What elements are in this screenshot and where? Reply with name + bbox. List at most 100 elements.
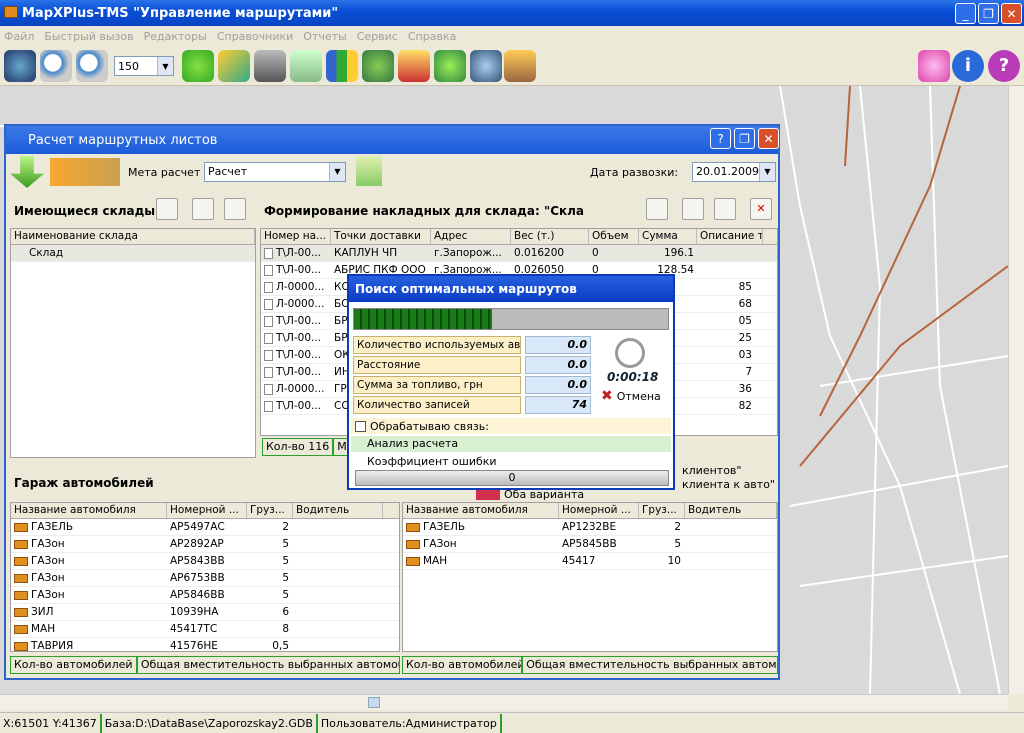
column-header[interactable]: Водитель <box>293 503 383 518</box>
column-header[interactable]: Номерной ... <box>559 503 639 518</box>
document-icon <box>264 298 273 310</box>
document-icon <box>264 400 273 412</box>
column-header[interactable]: Точки доставки <box>331 229 431 244</box>
route-window-help-button[interactable]: ? <box>710 128 731 149</box>
chevron-down-icon[interactable]: ▼ <box>329 163 345 181</box>
menu-reports[interactable]: Отчеты <box>303 30 346 43</box>
users-icon[interactable] <box>362 50 394 82</box>
column-header[interactable]: Адрес <box>431 229 511 244</box>
menu-quick-call[interactable]: Быстрый вызов <box>44 30 133 43</box>
column-header[interactable]: Наименование склада <box>11 229 255 244</box>
analysis-status: Анализ расчета <box>351 436 671 452</box>
calculator-icon[interactable] <box>290 50 322 82</box>
minimize-button[interactable]: _ <box>955 3 976 24</box>
column-header[interactable]: Груз... <box>247 503 293 518</box>
edit-map-icon[interactable] <box>218 50 250 82</box>
garage-title: Гараж автомобилей <box>14 476 154 490</box>
network-globe-icon[interactable] <box>470 50 502 82</box>
edit-warehouse-icon[interactable] <box>192 198 214 220</box>
table-row[interactable]: МАН 45417ТС 8 <box>11 621 399 638</box>
column-header[interactable]: Водитель <box>685 503 777 518</box>
tools-icon[interactable] <box>398 50 430 82</box>
globe-icon[interactable] <box>4 50 36 82</box>
document-icon <box>264 264 273 276</box>
table-row[interactable]: ГАЗон АР5843ВВ 5 <box>11 553 399 570</box>
selected-count: Кол-во автомобилей 3 <box>402 656 523 674</box>
chevron-down-icon[interactable]: ▼ <box>759 163 775 181</box>
link-processing-checkbox[interactable] <box>355 420 366 432</box>
table-row[interactable]: ЗИЛ 10939НА 6 <box>11 604 399 621</box>
add-warehouse-icon[interactable] <box>156 198 178 220</box>
column-header[interactable]: Описание т. <box>697 229 763 244</box>
table-row[interactable]: ГАЗон АР5845ВВ 5 <box>403 536 777 553</box>
table-row[interactable]: МАН 45417 10 <box>403 553 777 570</box>
menu-service[interactable]: Сервис <box>357 30 398 43</box>
download-arrow-icon[interactable] <box>10 156 44 188</box>
column-header[interactable]: Название автомобиля <box>403 503 559 518</box>
menu-file[interactable]: Файл <box>4 30 34 43</box>
progress-fill <box>354 309 493 329</box>
column-header[interactable]: Номерной ... <box>167 503 247 518</box>
route-window-close-button[interactable]: ✕ <box>758 128 779 149</box>
zoom-in-icon[interactable] <box>40 50 72 82</box>
truck-icon <box>14 522 28 532</box>
table-row[interactable]: ГАЗон АР5846ВВ 5 <box>11 587 399 604</box>
date-value: 20.01.2009 <box>696 165 759 178</box>
table-row[interactable]: Т\Л-00... КАПЛУН ЧП г.Запорож... 0.016200 0 1… <box>261 245 777 262</box>
truck-icon <box>406 539 420 549</box>
trucks-icon[interactable] <box>50 158 120 186</box>
menu-editors[interactable]: Редакторы <box>144 30 207 43</box>
truck-icon[interactable] <box>504 50 536 82</box>
document-icon <box>264 383 273 395</box>
calculator-icon[interactable] <box>356 156 382 186</box>
garage-grid: Название автомобиля Номерной ... Груз...… <box>10 502 400 652</box>
remove-invoice-icon[interactable] <box>714 198 736 220</box>
chevron-down-icon[interactable]: ▼ <box>157 57 173 75</box>
table-row[interactable]: Склад <box>11 245 255 262</box>
menu-help[interactable]: Справка <box>408 30 456 43</box>
maximize-button[interactable]: ❐ <box>978 3 999 24</box>
route-window-maximize-button[interactable]: ❐ <box>734 128 755 149</box>
truck-icon <box>14 573 28 583</box>
method-select[interactable]: Расчет ▼ <box>204 162 346 182</box>
map-vertical-scrollbar[interactable] <box>1008 86 1024 694</box>
table-row[interactable]: ТАВРИЯ 41576НЕ 0,5 <box>11 638 399 651</box>
chart-icon[interactable] <box>326 50 358 82</box>
column-header[interactable]: Сумма <box>639 229 697 244</box>
cancel-label: Отмена <box>616 389 661 403</box>
refresh-icon[interactable] <box>182 50 214 82</box>
garage-count: Кол-во автомобилей 10 <box>10 656 137 674</box>
menu-references[interactable]: Справочники <box>217 30 293 43</box>
status-database: База:D:\DataBase\Zaporozskay2.GDB <box>102 713 318 733</box>
column-header[interactable]: Объем <box>589 229 639 244</box>
fuel-cost-label: Сумма за топливо, грн <box>353 376 521 394</box>
flower-icon[interactable] <box>918 50 950 82</box>
add-invoice-icon[interactable] <box>646 198 668 220</box>
close-button[interactable]: ✕ <box>1001 3 1022 24</box>
column-header[interactable]: Номер на... <box>261 229 331 244</box>
delete-icon[interactable]: ✕ <box>750 198 772 220</box>
zoom-select[interactable]: 150 ▼ <box>114 56 174 76</box>
column-header[interactable]: Вес (т.) <box>511 229 589 244</box>
table-row[interactable]: ГАЗон АР6753ВВ 5 <box>11 570 399 587</box>
used-cars-label: Количество используемых авто <box>353 336 521 354</box>
selected-cars-grid: Название автомобиля Номерной ... Груз...… <box>402 502 778 652</box>
zoom-value: 150 <box>118 59 139 73</box>
printer-icon[interactable] <box>254 50 286 82</box>
truck-icon <box>14 590 28 600</box>
help-icon[interactable]: ? <box>988 50 1020 82</box>
column-header[interactable]: Название автомобиля <box>11 503 167 518</box>
column-header[interactable]: Груз... <box>639 503 685 518</box>
compass-icon[interactable] <box>434 50 466 82</box>
zoom-out-icon[interactable] <box>76 50 108 82</box>
edit-invoice-icon[interactable] <box>682 198 704 220</box>
info-icon[interactable]: i <box>952 50 984 82</box>
date-picker[interactable]: 20.01.2009 ▼ <box>692 162 776 182</box>
remove-warehouse-icon[interactable] <box>224 198 246 220</box>
statusbar: X:61501 Y:41367 База:D:\DataBase\Zaporoz… <box>0 712 1024 733</box>
table-row[interactable]: ГАЗон АР2892АР 5 <box>11 536 399 553</box>
table-row[interactable]: ГАЗЕЛЬ АР1232ВЕ 2 <box>403 519 777 536</box>
cancel-button[interactable]: ✖ Отмена <box>601 388 661 404</box>
map-horizontal-scrollbar[interactable] <box>0 694 1008 710</box>
table-row[interactable]: ГАЗЕЛЬ АР5497АС 2 <box>11 519 399 536</box>
